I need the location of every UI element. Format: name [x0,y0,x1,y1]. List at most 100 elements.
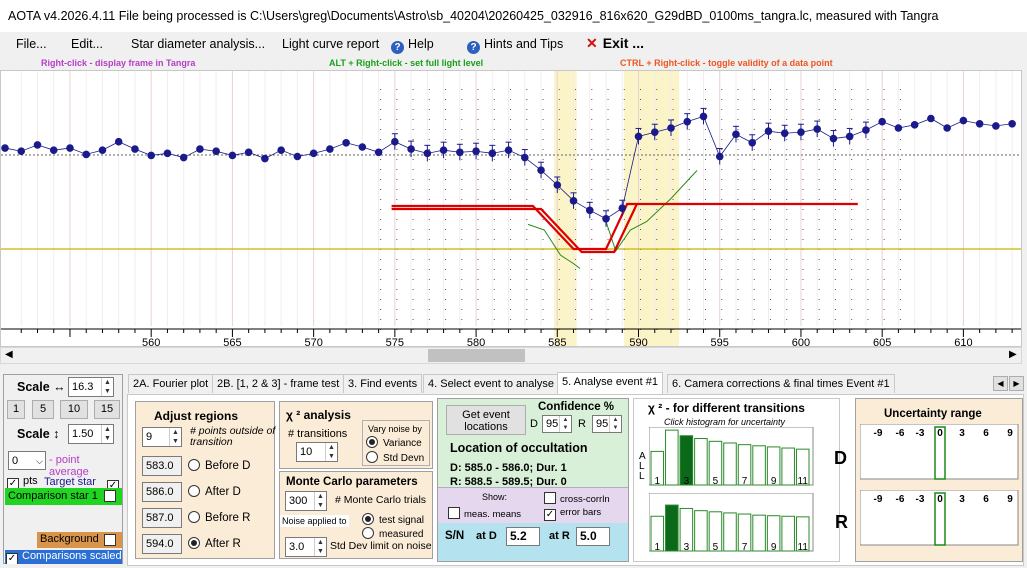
menu-light-curve-report[interactable]: Light curve report [282,37,379,51]
confidence-r-select[interactable]: 95 ▲ ▼ [592,415,622,433]
error-bars-checkbox[interactable]: ✓ [544,509,556,521]
chi2-histogram-panel: χ ² - for different transitions Click hi… [633,398,840,562]
histogram-bar [781,515,795,552]
tab-select-event[interactable]: 4. Select event to analyse [423,374,559,393]
tab-frame-test[interactable]: 2B. [1, 2 & 3] - frame test [212,374,345,393]
scroll-thumb[interactable] [428,349,525,362]
comparison-star-checkbox[interactable] [104,490,116,502]
meas-means-option[interactable]: meas. means [448,507,521,520]
comparison-star-label: Comparison star 1 [8,490,98,502]
light-curve-svg[interactable]: 560 565 570 575 580 585 590 595 600 605 610 [1,71,1021,349]
spin-arrows-icon[interactable]: ▲ ▼ [559,416,571,432]
after-r-radio[interactable] [188,537,200,549]
uncertainty-tick-label: 6 [983,428,989,439]
histogram-bar [694,438,708,486]
snr-at-d-label: at D [476,530,497,542]
menu-hints[interactable]: ? Hints and Tips [467,37,563,54]
std-limit-input[interactable]: 3.0 ▲ ▼ [285,537,327,557]
error-bars-option[interactable]: ✓ error bars [544,507,601,521]
vertical-scrollbar[interactable] [1022,70,1027,364]
menu-exit[interactable]: ✕ Exit ... [586,35,644,52]
variance-radio[interactable] [366,436,378,448]
cross-corrln-checkbox[interactable] [544,492,556,504]
spin-arrows-icon[interactable]: ▲ ▼ [314,538,326,556]
tab-scroll-left-icon[interactable]: ◀ [993,376,1008,391]
uncertainty-tick-label: -9 [874,428,883,439]
transitions-label: # transitions [288,428,348,440]
test-signal-option[interactable]: test signal [362,513,424,526]
scale-button-5[interactable]: 5 [32,400,54,419]
tab-analyse-event[interactable]: 5. Analyse event #1 [557,372,664,394]
menu-edit[interactable]: Edit... [71,37,103,51]
snr-at-r-label: at R [549,530,570,542]
menu-file[interactable]: File... [16,37,47,51]
scale-button-10[interactable]: 10 [60,400,88,419]
spin-arrows-icon[interactable]: ▲ ▼ [314,492,326,510]
scroll-right-icon[interactable]: ▶ [1009,349,1017,360]
after-d-option[interactable]: After D [188,485,241,498]
points-outside-input[interactable]: 9 ▲ ▼ [142,427,182,447]
uncertainty-d-svg[interactable]: -9 -6 -3 0 3 6 9 [860,424,1020,480]
chi2-histogram-d-svg[interactable]: 1 3 5 7 9 11 [649,427,829,487]
histogram-bar [781,447,795,486]
background-checkbox[interactable] [104,534,116,546]
chi2-hist-d-side-label: ALL [639,451,646,482]
plot-horizontal-scrollbar[interactable]: ◀ ▶ [0,347,1022,364]
measured-radio[interactable] [362,527,374,539]
variance-option[interactable]: Variance [366,436,422,449]
spin-arrows-icon[interactable]: ▲ ▼ [169,428,181,446]
get-event-locations-button[interactable]: Get event locations [446,405,526,435]
light-curve-plot[interactable]: 560 565 570 575 580 585 590 595 600 605 610 [0,70,1022,349]
transitions-input[interactable]: 10 ▲ ▼ [296,442,338,462]
scale-button-1[interactable]: 1 [7,400,25,419]
cross-corrln-option[interactable]: cross-corrln [544,492,610,505]
after-d-radio[interactable] [188,485,200,497]
target-star-label: Target star [44,476,96,488]
spin-arrows-icon[interactable]: ▲ ▼ [325,443,337,461]
before-r-option[interactable]: Before R [188,511,250,524]
scale-button-15[interactable]: 15 [94,400,120,419]
chi2-histogram-r[interactable]: 1 3 5 7 9 11 [634,493,829,561]
spin-arrows-icon[interactable]: ▲ ▼ [101,425,113,443]
uncertainty-r-svg[interactable]: -9 -6 -3 0 3 6 9 [860,490,1020,546]
menu-help[interactable]: ? Help [391,37,434,54]
monte-carlo-trials-input[interactable]: 300 ▲ ▼ [285,491,327,511]
hint-alt-right-click: ALT + Right-click - set full light level [329,58,484,68]
confidence-d-select[interactable]: 95 ▲ ▼ [542,415,572,433]
snr-at-r-value: 5.0 [576,527,610,546]
tab-scroll-right-icon[interactable]: ▶ [1009,376,1024,391]
chi2-histogram-d[interactable]: ALL 1 3 5 7 9 11 [634,427,829,487]
histogram-bar [752,514,766,552]
meas-means-checkbox[interactable] [448,507,460,519]
spin-arrows-icon[interactable]: ▲ ▼ [609,416,621,432]
histogram-tick-label: 9 [771,476,777,487]
point-average-select[interactable]: 0 ⌵ [8,451,46,470]
big-r-label: R [835,512,848,532]
measured-option[interactable]: measured [362,527,423,540]
std-devn-option[interactable]: Std Devn [366,451,424,464]
scale-v-input[interactable]: 1.50 ▲ ▼ [68,424,114,444]
scale-h-input[interactable]: 16.3 ▲ ▼ [68,377,114,397]
before-d-option[interactable]: Before D [188,459,250,472]
spin-arrows-icon[interactable]: ▲ ▼ [101,378,113,396]
location-panel: Get event locations Confidence % D 95 ▲ ▼ … [437,398,629,562]
menu-star-diameter[interactable]: Star diameter analysis... [131,37,265,51]
before-d-radio[interactable] [188,459,200,471]
std-devn-radio[interactable] [366,451,378,463]
after-r-option[interactable]: After R [188,537,241,550]
histogram-bar [723,512,737,552]
after-d-value: 586.0 [142,482,182,502]
histogram-tick-label: 9 [771,542,777,553]
comparisons-scaled-checkbox[interactable]: ✓ [6,553,18,564]
test-signal-radio[interactable] [362,513,374,525]
snr-at-d-value: 5.2 [506,527,540,546]
x-tick-label: 610 [954,337,972,346]
tab-fourier-plot[interactable]: 2A. Fourier plot [128,374,214,393]
uncertainty-tick-label: 0 [937,428,943,439]
chi2-histogram-r-svg[interactable]: 1 3 5 7 9 11 [649,493,829,553]
tab-find-events[interactable]: 3. Find events [343,374,423,393]
scroll-left-icon[interactable]: ◀ [5,349,13,360]
before-r-radio[interactable] [188,511,200,523]
tab-camera-corrections[interactable]: 6. Camera corrections & final times Even… [667,374,895,393]
chi2-hist-subtitle: Click histogram for uncertainty [664,417,786,427]
